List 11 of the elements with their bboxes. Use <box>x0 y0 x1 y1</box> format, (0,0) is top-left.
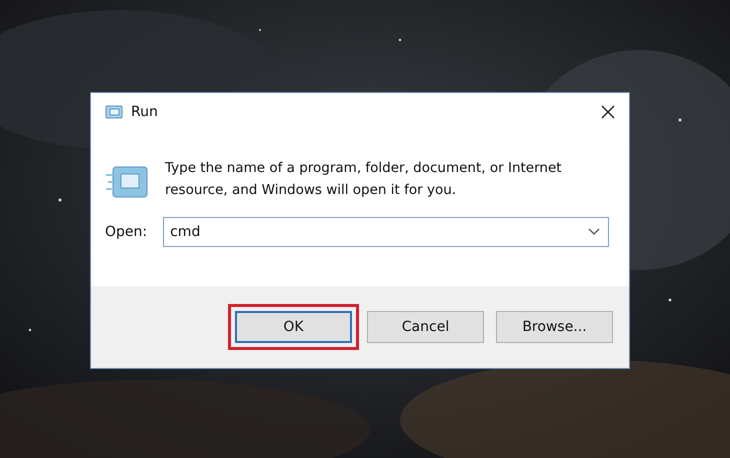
dialog-button[interactable]: OK <box>235 311 352 343</box>
window-title: Run <box>131 102 159 122</box>
dialog-button[interactable]: Cancel <box>367 311 484 343</box>
command-combobox[interactable]: cmd <box>163 217 609 247</box>
close-icon[interactable] <box>601 105 615 119</box>
open-label: Open: <box>105 222 148 242</box>
run-icon <box>105 105 123 119</box>
run-icon <box>105 165 149 199</box>
dialog-button[interactable]: Browse... <box>496 311 613 343</box>
dropdown-icon[interactable] <box>588 228 600 236</box>
instruction-text: Type the name of a program, folder, document, or Internet resource, and Windows will open it for you. <box>165 159 563 200</box>
